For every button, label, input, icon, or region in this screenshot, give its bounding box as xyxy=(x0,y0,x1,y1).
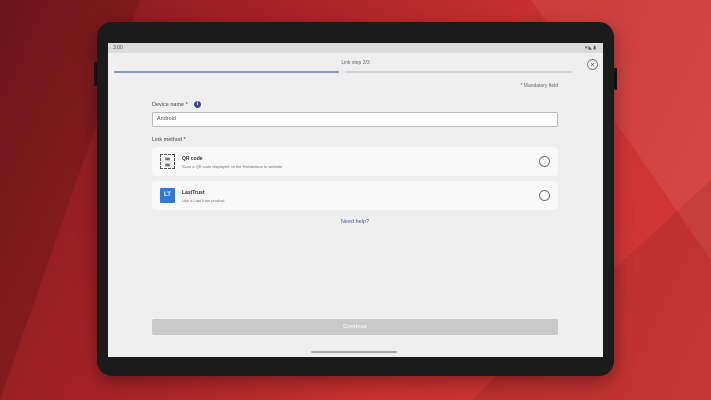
close-icon[interactable]: × xyxy=(587,59,598,70)
status-time: 3:00 xyxy=(113,45,123,51)
info-icon[interactable]: i xyxy=(193,101,201,108)
tablet-side-button xyxy=(94,62,97,86)
progress-segment-2 xyxy=(345,71,572,73)
home-indicator[interactable] xyxy=(311,351,397,353)
lasttrust-icon: LT xyxy=(160,188,175,203)
mandatory-note: * Mandatory field xyxy=(520,83,558,89)
device-name-label-row: Device name * i xyxy=(152,101,558,108)
qr-code-icon: ▦▦ ▦▦ xyxy=(160,154,175,169)
option-lasttrust[interactable]: LT LastTrust Use a LastTrust product xyxy=(152,181,558,210)
tablet-frame: 3:00 ▾◣▮ Link step 2/3 × * Mandatory fie… xyxy=(94,22,617,376)
link-method-label: Link method * xyxy=(152,137,186,143)
option-description: Use a LastTrust product xyxy=(182,198,225,203)
option-title: QR code xyxy=(182,156,203,162)
app-screen: 3:00 ▾◣▮ Link step 2/3 × * Mandatory fie… xyxy=(108,43,603,357)
continue-button[interactable]: Continue xyxy=(152,319,558,335)
option-title: LastTrust xyxy=(182,190,205,196)
status-bar: 3:00 ▾◣▮ xyxy=(108,43,603,53)
option-radio[interactable] xyxy=(539,156,550,167)
option-qr-code[interactable]: ▦▦ ▦▦ QR code Scan a QR code displayed o… xyxy=(152,147,558,176)
tablet-side-button xyxy=(614,68,617,90)
device-name-input[interactable]: Android xyxy=(152,112,558,127)
status-icons: ▾◣▮ xyxy=(584,45,597,51)
option-description: Scan a QR code displayed on the Richards… xyxy=(182,164,283,169)
wizard-header: Link step 2/3 × xyxy=(108,53,603,75)
option-radio[interactable] xyxy=(539,190,550,201)
step-label: Link step 2/3 xyxy=(341,60,370,66)
need-help-link[interactable]: Need help? xyxy=(152,219,558,225)
progress-fill xyxy=(114,71,339,73)
device-name-label: Device name * xyxy=(152,101,188,108)
link-form: * Mandatory field Device name * i Androi… xyxy=(152,83,558,225)
progress-segment-1 xyxy=(114,71,339,73)
